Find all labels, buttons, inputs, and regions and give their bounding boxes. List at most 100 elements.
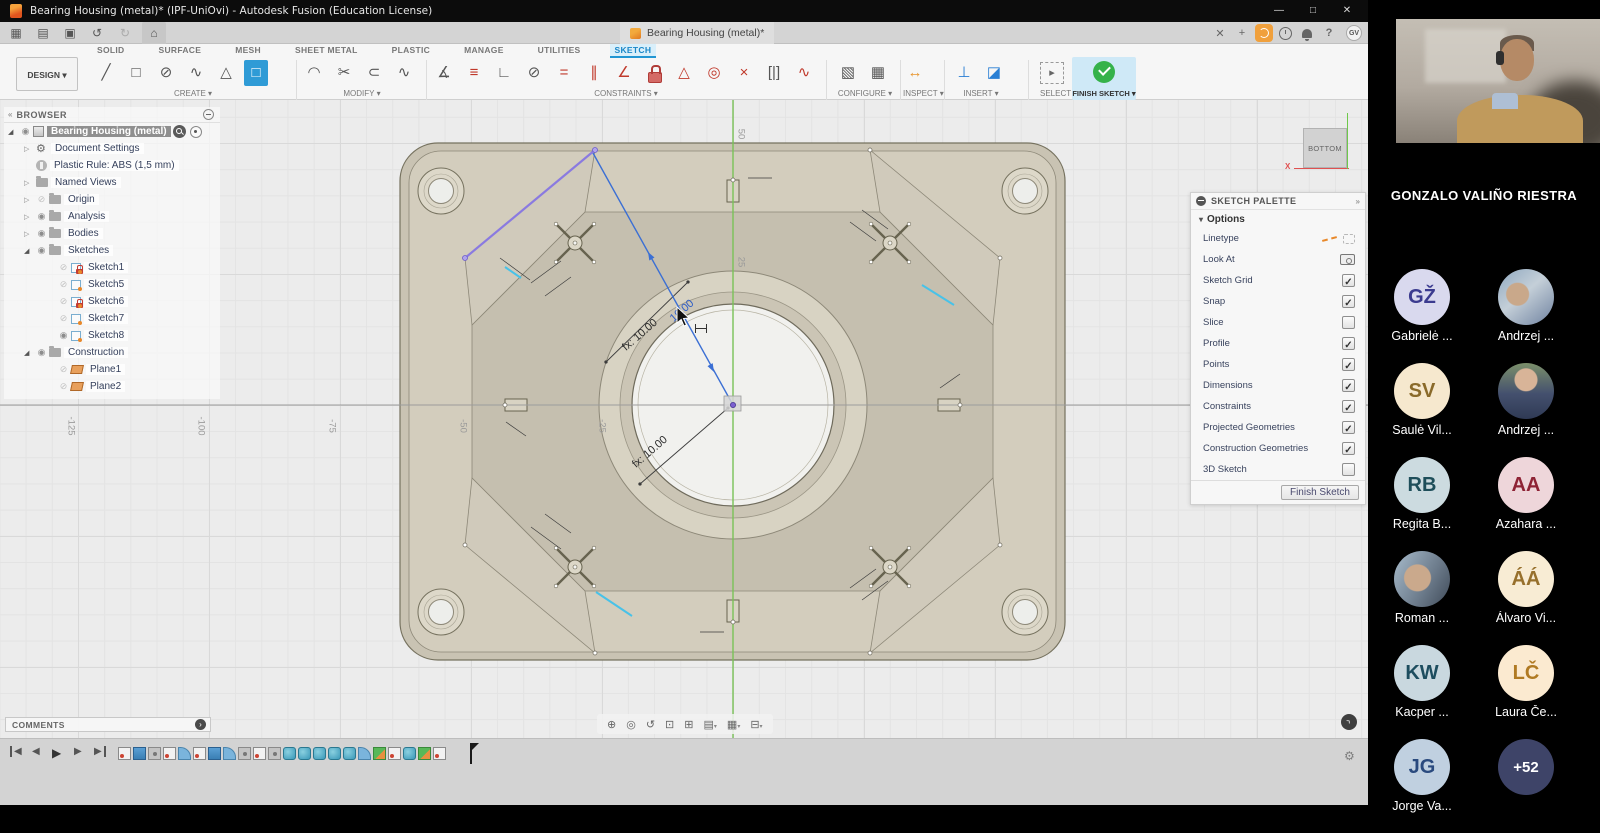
- constraint-tool-icon[interactable]: ∠: [612, 60, 636, 86]
- tree-item-label[interactable]: Sketch7: [84, 313, 128, 324]
- visibility-eye-icon[interactable]: [57, 313, 70, 324]
- browser-minimize-icon[interactable]: [203, 109, 214, 120]
- configure-tool-icon[interactable]: ▧: [836, 60, 860, 86]
- visibility-eye-icon[interactable]: [57, 296, 70, 307]
- tree-item-label[interactable]: Sketch1: [84, 262, 128, 273]
- timeline-feature-icon[interactable]: [238, 747, 251, 760]
- palette-expand-icon[interactable]: »: [1356, 197, 1360, 206]
- inspect-group-label[interactable]: INSPECT ▾: [903, 89, 929, 98]
- file-menu-icon[interactable]: ▤: [30, 22, 56, 44]
- timeline-feature-icon[interactable]: [148, 747, 161, 760]
- save-icon[interactable]: ▣: [60, 22, 80, 44]
- palette-checkbox[interactable]: [1342, 442, 1355, 455]
- configure-group-label[interactable]: CONFIGURE ▾: [836, 89, 894, 98]
- modify-tool-icon[interactable]: ✂: [332, 60, 356, 86]
- timeline-feature-icon[interactable]: [253, 747, 266, 760]
- visibility-eye-icon[interactable]: [35, 194, 48, 205]
- timeline-feature-icon[interactable]: [223, 747, 236, 760]
- timeline-feature-icon[interactable]: [433, 747, 446, 760]
- new-tab-icon[interactable]: +: [1231, 27, 1253, 39]
- timeline-feature-icon[interactable]: [298, 747, 311, 760]
- timeline-feature-icon[interactable]: [208, 747, 221, 760]
- timeline-feature-icon[interactable]: [418, 747, 431, 760]
- timeline-feature-icon[interactable]: [163, 747, 176, 760]
- tree-item-label[interactable]: Sketches: [64, 245, 113, 256]
- tree-item-label[interactable]: Sketch6: [84, 296, 128, 307]
- browser-tree-item[interactable]: Sketch8: [4, 327, 220, 344]
- insert-group-label[interactable]: INSERT ▾: [952, 89, 1010, 98]
- participant-tile[interactable]: Roman ...: [1374, 551, 1470, 625]
- job-status-icon[interactable]: [1255, 24, 1273, 42]
- participant-tile[interactable]: Andrzej ...: [1478, 363, 1574, 437]
- tree-item-label[interactable]: Bearing Housing (metal): [47, 126, 171, 137]
- palette-minimize-icon[interactable]: [1196, 196, 1206, 206]
- participant-tile[interactable]: JG Jorge Va...: [1374, 739, 1470, 813]
- timeline-skip-end-button[interactable]: ▶: [94, 746, 106, 757]
- insert-tool-icon[interactable]: ⊥: [952, 60, 976, 86]
- palette-checkbox[interactable]: [1342, 421, 1355, 434]
- activate-component-icon[interactable]: [190, 126, 202, 138]
- select-group-label[interactable]: SELECT ▾: [1040, 89, 1066, 98]
- nav-tool-icon[interactable]: ⊕▾: [607, 718, 616, 731]
- configure-tool-icon[interactable]: ▦: [866, 60, 890, 86]
- nav-tool-icon[interactable]: ⊞▾: [684, 718, 693, 731]
- browser-tree-item[interactable]: Sketches: [4, 242, 220, 259]
- find-in-window-icon[interactable]: [173, 125, 186, 138]
- participant-tile[interactable]: Andrzej ...: [1478, 269, 1574, 343]
- design-workspace-dropdown[interactable]: DESIGN ▾: [16, 57, 78, 91]
- expand-arrow-icon[interactable]: [24, 245, 35, 256]
- document-tab[interactable]: Bearing Housing (metal)*: [620, 22, 774, 44]
- browser-tree-item[interactable]: Bearing Housing (metal): [4, 123, 220, 140]
- browser-tree-item[interactable]: Sketch1: [4, 259, 220, 276]
- comments-expand-icon[interactable]: ›: [195, 719, 206, 730]
- timeline-feature-icon[interactable]: [268, 747, 281, 760]
- create-tool-icon[interactable]: ╱: [94, 60, 118, 86]
- tree-item-label[interactable]: Named Views: [51, 177, 121, 188]
- browser-tree-item[interactable]: Construction: [4, 344, 220, 361]
- ribbon-tab[interactable]: SURFACE: [153, 44, 206, 58]
- constraint-tool-icon[interactable]: ∟: [492, 60, 516, 86]
- constraint-tool-icon[interactable]: =: [552, 60, 576, 86]
- constraint-tool-icon[interactable]: △: [672, 60, 696, 86]
- visibility-eye-icon[interactable]: [57, 381, 70, 392]
- timeline-feature-icon[interactable]: [358, 747, 371, 760]
- constraint-tool-icon[interactable]: ∥: [582, 60, 606, 86]
- participant-tile[interactable]: KW Kacper ...: [1374, 645, 1470, 719]
- constraints-group-label[interactable]: CONSTRAINTS ▾: [432, 89, 820, 98]
- nav-tool-icon[interactable]: ⊟▾: [750, 718, 762, 731]
- user-avatar[interactable]: GV: [1346, 25, 1362, 41]
- close-button[interactable]: ✕: [1330, 0, 1364, 22]
- nav-tool-icon[interactable]: ▤▾: [703, 718, 716, 731]
- visibility-eye-icon[interactable]: [57, 279, 70, 290]
- constraint-tool-icon[interactable]: ×: [732, 60, 756, 86]
- constraint-tool-icon[interactable]: ∡: [432, 60, 456, 86]
- nav-tool-icon[interactable]: ⊡▾: [665, 718, 674, 731]
- expand-arrow-icon[interactable]: [8, 126, 19, 137]
- participant-tile[interactable]: ÁÁ Álvaro Vi...: [1478, 551, 1574, 625]
- tree-item-label[interactable]: Origin: [64, 194, 99, 205]
- constraint-tool-icon[interactable]: ≡: [462, 60, 486, 86]
- browser-tree-item[interactable]: Plane2: [4, 378, 220, 395]
- tree-item-label[interactable]: Plane1: [86, 364, 125, 375]
- browser-tree-item[interactable]: Bodies: [4, 225, 220, 242]
- timeline-feature-icon[interactable]: [313, 747, 326, 760]
- visibility-eye-icon[interactable]: [35, 347, 48, 358]
- timeline-feature-icon[interactable]: [403, 747, 416, 760]
- modify-tool-icon[interactable]: ∿: [392, 60, 416, 86]
- notifications-icon[interactable]: [1302, 29, 1312, 38]
- timeline-feature-icon[interactable]: [328, 747, 341, 760]
- palette-checkbox[interactable]: [1342, 274, 1355, 287]
- browser-tree-item[interactable]: Analysis: [4, 208, 220, 225]
- ribbon-tab[interactable]: PLASTIC: [387, 44, 435, 58]
- palette-checkbox[interactable]: [1342, 337, 1355, 350]
- timeline-feature-icon[interactable]: [133, 747, 146, 760]
- participant-tile[interactable]: LČ Laura Če...: [1478, 645, 1574, 719]
- tree-item-label[interactable]: Bodies: [64, 228, 103, 239]
- browser-tree-item[interactable]: Document Settings: [4, 140, 220, 157]
- minimize-button[interactable]: —: [1262, 0, 1296, 22]
- timeline-step-forward-button[interactable]: ▶: [74, 746, 82, 757]
- timeline-playhead[interactable]: [470, 743, 472, 764]
- create-tool-icon[interactable]: ∿: [184, 60, 208, 86]
- visibility-eye-icon[interactable]: [35, 245, 48, 256]
- home-icon[interactable]: ⌂: [142, 22, 166, 44]
